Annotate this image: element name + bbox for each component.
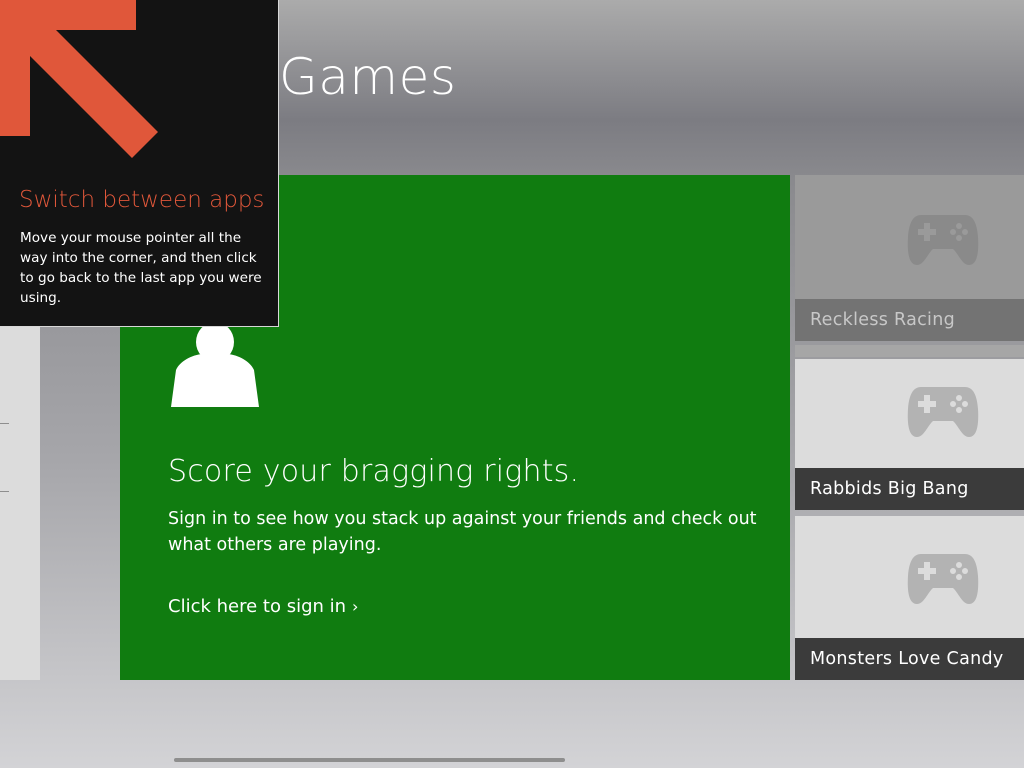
horizontal-scrollbar[interactable] <box>0 757 1024 763</box>
game-tile-rabbids-big-bang[interactable]: Rabbids Big Bang <box>795 359 1024 510</box>
game-controller-icon <box>907 387 979 437</box>
game-controller-icon <box>907 554 979 604</box>
chevron-right-icon: › <box>352 597 359 616</box>
switch-apps-tip: Switch between apps Move your mouse poin… <box>0 0 279 327</box>
divider <box>0 423 9 424</box>
game-controller-icon <box>907 215 979 265</box>
game-title: Reckless Racing <box>795 299 1024 341</box>
page-title: Games <box>279 48 457 106</box>
corner-arrow-icon <box>0 0 158 158</box>
game-art <box>795 359 1024 468</box>
game-title: Monsters Love Candy <box>795 638 1024 680</box>
scrollbar-thumb[interactable] <box>174 758 565 762</box>
person-icon <box>171 323 259 407</box>
tip-title: Switch between apps <box>19 187 265 213</box>
game-art <box>795 516 1024 638</box>
tip-description: Move your mouse pointer all the way into… <box>20 230 262 306</box>
offscreen-tile[interactable] <box>0 326 40 680</box>
game-tile-reckless-racing[interactable]: Reckless Racing <box>795 175 1024 341</box>
sign-in-link-label: Click here to sign in <box>168 596 347 617</box>
sign-in-link[interactable]: Click here to sign in › <box>168 596 358 617</box>
divider <box>795 345 1024 357</box>
game-tile-monsters-love-candy[interactable]: Monsters Love Candy <box>795 516 1024 680</box>
divider <box>0 491 9 492</box>
game-title: Rabbids Big Bang <box>795 468 1024 510</box>
game-art <box>795 175 1024 299</box>
promo-description: Sign in to see how you stack up against … <box>168 509 757 555</box>
promo-headline: Score your bragging rights. <box>168 454 580 489</box>
